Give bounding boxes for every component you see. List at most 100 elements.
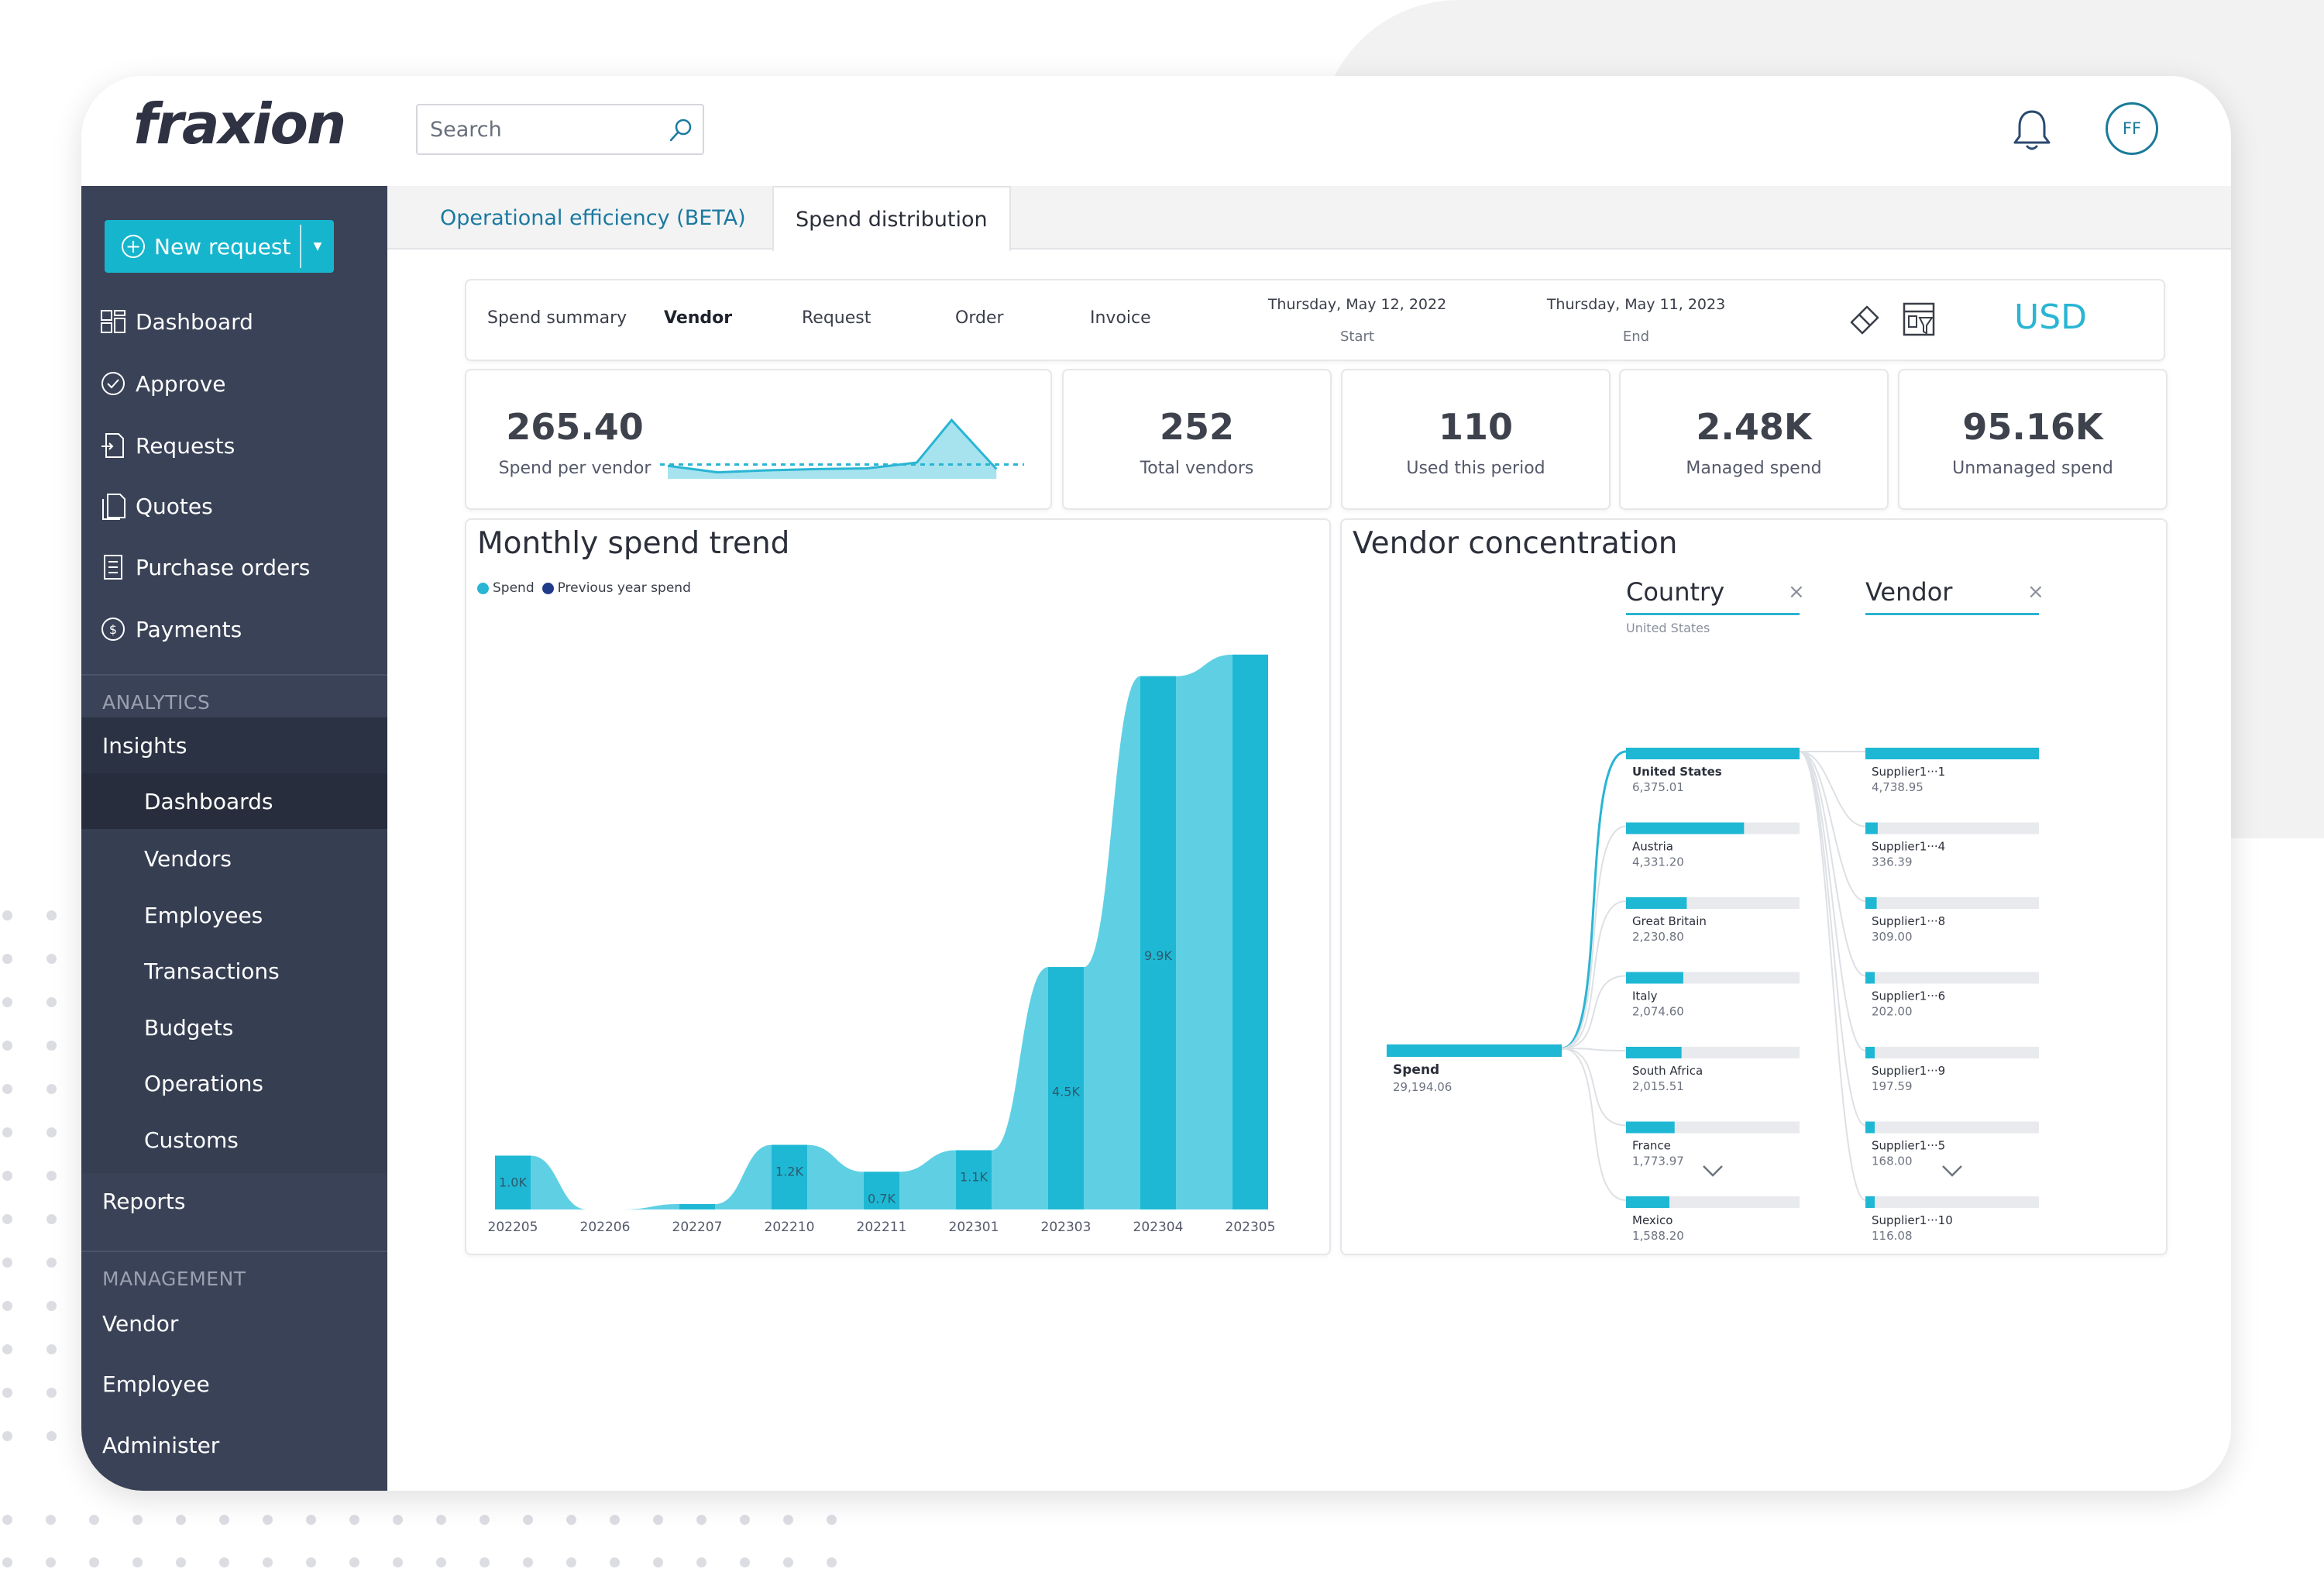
vendor-header[interactable]: Vendor (1865, 577, 1952, 607)
search-box[interactable] (416, 104, 704, 155)
sidebar-item-label: Vendor (102, 1310, 179, 1337)
end-date[interactable]: Thursday, May 11, 2023 (1535, 296, 1737, 313)
sidebar-divider (81, 1251, 387, 1252)
sidebar-subitem-operations[interactable]: Operations (81, 1055, 387, 1111)
decorative-dot (132, 1557, 143, 1567)
report-filter-icon[interactable] (1901, 301, 1938, 339)
user-avatar[interactable]: FF (2106, 102, 2158, 155)
data-label-202211: 0.7K (868, 1191, 896, 1206)
tab-spend-distribution[interactable]: Spend distribution (772, 186, 1011, 251)
sidebar-divider (81, 674, 387, 676)
sidebar-subitem-budgets[interactable]: Budgets (81, 1000, 387, 1055)
legend-swatch (541, 582, 554, 594)
country-bar (1626, 822, 1745, 834)
sidebar-item-quotes[interactable]: Quotes (81, 479, 387, 533)
dashboard-icon (101, 310, 125, 333)
vendor-bar-track (1865, 897, 2039, 909)
decorative-dot (2, 1084, 12, 1094)
tab-operational-efficiency[interactable]: Operational efficiency (BETA) (440, 186, 746, 249)
filter-spend-summary[interactable]: Spend summary (487, 308, 627, 328)
new-request-dropdown[interactable]: ▼ (301, 220, 334, 273)
search-input[interactable] (418, 105, 665, 153)
decorative-dot (89, 1515, 99, 1525)
clear-country-icon[interactable]: × (1788, 580, 1805, 604)
filter-vendor[interactable]: Vendor (664, 308, 732, 328)
filter-order[interactable]: Order (955, 308, 1004, 328)
decorative-dot (132, 1515, 143, 1525)
new-request-button[interactable]: + New request ▼ (105, 220, 334, 273)
kpi-value: 265.40 (506, 406, 644, 448)
country-value: 1,773.97 (1632, 1154, 1684, 1168)
sidebar-item-insights[interactable]: Insights (81, 717, 387, 773)
kpi-label: Total vendors (1140, 459, 1254, 478)
notification-bell-icon[interactable] (2010, 107, 2054, 153)
sidebar-subitem-dashboards[interactable]: Dashboards (81, 773, 387, 829)
x-tick-202210: 202210 (765, 1220, 815, 1235)
x-tick-202205: 202205 (488, 1220, 538, 1235)
sidebar-item-requests[interactable]: Requests (81, 418, 387, 473)
country-value: 2,015.51 (1632, 1079, 1684, 1093)
sidebar-subitem-employees[interactable]: Employees (81, 887, 387, 943)
connector-line (1799, 751, 1866, 1051)
kpi-label: Used this period (1406, 459, 1545, 478)
kpi-value: 95.16K (1962, 406, 2103, 448)
decorative-dot (2, 1557, 12, 1567)
svg-text:$: $ (109, 622, 117, 637)
country-value: 2,230.80 (1632, 930, 1684, 944)
country-name: Mexico (1632, 1213, 1673, 1227)
decorative-dot (523, 1557, 533, 1567)
plus-circle-icon: + (122, 235, 145, 258)
sidebar-item-purchase-orders[interactable]: Purchase orders (81, 540, 387, 594)
sidebar-item-label: Administer (102, 1432, 220, 1458)
decorative-dot (46, 1388, 57, 1398)
decorative-dot (306, 1557, 316, 1567)
filter-request[interactable]: Request (802, 308, 871, 328)
main-content: Operational efficiency (BETA) Spend dist… (387, 186, 2231, 1491)
start-date[interactable]: Thursday, May 12, 2022 (1257, 296, 1458, 313)
country-bar (1626, 1121, 1675, 1134)
sidebar-item-reports[interactable]: Reports (81, 1173, 387, 1229)
decorative-dot (436, 1557, 446, 1567)
decorative-dot (696, 1557, 706, 1567)
vendor-bar (1865, 972, 1875, 984)
decorative-dot (46, 1041, 57, 1051)
sidebar-item-administer[interactable]: Administer (81, 1417, 387, 1473)
sidebar-item-employee[interactable]: Employee (81, 1356, 387, 1412)
country-expand-chevron-icon[interactable] (1703, 1165, 1723, 1177)
decorative-dot (2, 910, 12, 920)
currency-label[interactable]: USD (2014, 298, 2087, 337)
country-header[interactable]: Country (1626, 577, 1724, 607)
filter-invoice[interactable]: Invoice (1090, 308, 1151, 328)
country-bar (1626, 1047, 1682, 1058)
search-icon[interactable] (667, 116, 695, 144)
vendor-bar-track (1865, 1121, 2039, 1134)
sidebar-item-payments[interactable]: $ Payments (81, 602, 387, 656)
vendor-name: Supplier1···6 (1872, 989, 1945, 1003)
sidebar-item-dashboard[interactable]: Dashboard (81, 294, 387, 349)
legend-item-previous-year[interactable]: Previous year spend (541, 580, 691, 596)
sidebar-subitem-customs[interactable]: Customs (81, 1112, 387, 1168)
new-request-label: New request (154, 233, 291, 260)
sidebar-subitem-transactions[interactable]: Transactions (81, 943, 387, 999)
country-value: 2,074.60 (1632, 1005, 1684, 1019)
country-bar (1626, 897, 1687, 909)
sidebar-item-label: Transactions (144, 958, 280, 984)
root-value: 29,194.06 (1393, 1080, 1452, 1094)
new-request-main[interactable]: + New request (105, 220, 298, 273)
sidebar-item-vendor[interactable]: Vendor (81, 1295, 387, 1351)
connector-line (1561, 750, 1627, 1050)
sidebar-item-approve[interactable]: Approve (81, 356, 387, 411)
eraser-icon[interactable] (1847, 302, 1882, 338)
decorative-dot (2, 1344, 12, 1354)
sidebar-item-label: Insights (102, 732, 187, 759)
kpi-card-managed-spend: 2.48K Managed spend (1619, 369, 1889, 510)
decorative-dot (2, 954, 12, 964)
decorative-dot (436, 1515, 446, 1525)
legend-item-spend[interactable]: Spend (477, 580, 535, 596)
vendor-bar-track (1865, 1196, 2039, 1208)
sparkline-area (668, 420, 997, 479)
decorative-dot (610, 1557, 620, 1567)
vendor-expand-chevron-icon[interactable] (1942, 1165, 1962, 1177)
sidebar-subitem-vendors[interactable]: Vendors (81, 831, 387, 886)
clear-vendor-icon[interactable]: × (2027, 580, 2044, 604)
